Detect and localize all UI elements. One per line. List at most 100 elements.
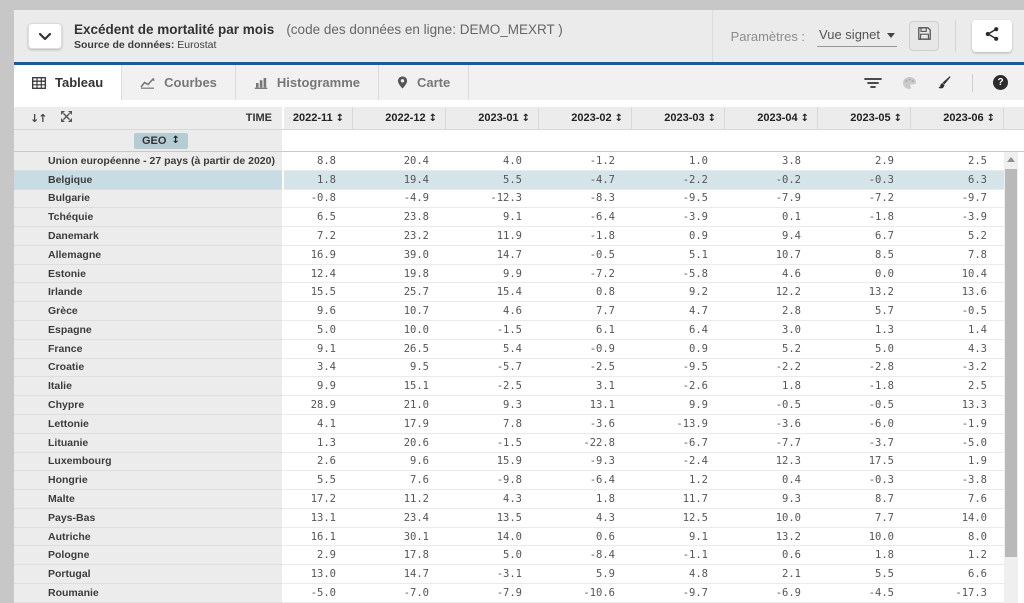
geo-label[interactable]: Lituanie [14,434,284,453]
value-cell: -0.3 [818,171,911,190]
geo-dimension-chip[interactable]: GEO ↕ [134,133,188,149]
geo-label[interactable]: Portugal [14,565,284,584]
geo-label[interactable]: Danemark [14,227,284,246]
value-cell: 5.2 [725,340,818,359]
table-row[interactable]: Portugal13.014.7-3.15.94.82.15.56.6 [14,565,1024,584]
value-cell: 5.1 [632,246,725,265]
table-row[interactable]: Malte17.211.24.31.811.79.38.77.6 [14,490,1024,509]
geo-label[interactable]: Tchéquie [14,208,284,227]
tab-tableau[interactable]: Tableau [14,65,122,100]
value-cell: 1.9 [911,453,1004,472]
table-row[interactable]: Autriche16.130.114.00.69.113.210.08.0 [14,528,1024,547]
column-header-2022-12[interactable]: 2022-12↕ [353,107,446,129]
scrollbar-up-arrow[interactable] [1004,152,1018,167]
geo-label[interactable]: Luxembourg [14,453,284,472]
table-row[interactable]: Danemark7.223.211.9-1.80.99.46.75.2 [14,227,1024,246]
table-row[interactable]: Pologne2.917.85.0-8.4-1.10.61.81.2 [14,546,1024,565]
value-cell: -7.2 [539,265,632,284]
table-row[interactable]: Tchéquie6.523.89.1-6.4-3.90.1-1.8-3.9 [14,208,1024,227]
geo-label[interactable]: Lettonie [14,415,284,434]
column-header-2023-01[interactable]: 2023-01↕ [446,107,539,129]
value-cell: 2.1 [725,565,818,584]
vertical-scrollbar[interactable] [1004,152,1018,603]
table-row[interactable]: Espagne5.010.0-1.56.16.43.01.31.4 [14,321,1024,340]
table-row[interactable]: France9.126.55.4-0.90.95.25.04.3 [14,340,1024,359]
table-row[interactable]: Pays-Bas13.123.413.54.312.510.07.714.0 [14,509,1024,528]
column-header-2023-03[interactable]: 2023-03↕ [632,107,725,129]
dataset-code: (code des données en ligne: DEMO_MEXRT ) [286,22,562,37]
share-button[interactable] [972,20,1012,52]
value-cell: -1.8 [818,208,911,227]
table-row[interactable]: Roumanie-5.0-7.0-7.9-10.6-9.7-6.9-4.5-17… [14,584,1024,603]
collapse-header-button[interactable] [28,23,62,49]
geo-label[interactable]: Allemagne [14,246,284,265]
geo-label[interactable]: Pologne [14,546,284,565]
geo-label[interactable]: Estonie [14,265,284,284]
paintbrush-icon[interactable] [937,75,952,90]
geo-label[interactable]: Roumanie [14,584,284,603]
save-view-button[interactable] [909,21,939,51]
table-row[interactable]: Italie9.915.1-2.53.1-2.61.8-1.82.5 [14,377,1024,396]
column-header-2023-04[interactable]: 2023-04↕ [725,107,818,129]
geo-label[interactable]: Union européenne - 27 pays (à partir de … [14,152,284,171]
time-dimension-label[interactable]: TIME [246,112,272,124]
tab-histogramme[interactable]: Histogramme [236,65,379,100]
value-cell: 4.6 [446,302,539,321]
geo-label[interactable]: Irlande [14,283,284,302]
table-row[interactable]: Hongrie5.57.6-9.8-6.41.20.4-0.3-3.8 [14,471,1024,490]
value-cell: 1.0 [632,152,725,171]
filter-icon[interactable] [864,77,882,89]
value-cell: 9.3 [725,490,818,509]
value-cell: -6.4 [539,471,632,490]
table-row[interactable]: Chypre28.921.09.313.19.9-0.5-0.513.3 [14,396,1024,415]
sort-rows-icon[interactable]: ↓↑ [30,112,46,125]
geo-label[interactable]: Bulgarie [14,190,284,209]
header-actions: Paramètres : Vue signet [712,10,1014,62]
column-header-2022-11[interactable]: 2022-11↕ [284,107,353,129]
table-row[interactable]: Grèce9.610.74.67.74.72.85.7-0.5 [14,302,1024,321]
column-header-2023-05[interactable]: 2023-05↕ [818,107,911,129]
column-header-2023-02[interactable]: 2023-02↕ [539,107,632,129]
value-cell: -22.8 [539,434,632,453]
table-corner: ↓↑ TIME [14,107,284,129]
scrollbar-thumb[interactable] [1005,169,1017,557]
geo-label[interactable]: Italie [14,377,284,396]
help-icon[interactable]: ? [993,75,1008,90]
geo-label[interactable]: Espagne [14,321,284,340]
caret-down-icon [887,33,895,38]
value-cell: 7.8 [911,246,1004,265]
geo-label[interactable]: France [14,340,284,359]
table-row[interactable]: Croatie3.49.5-5.7-2.5-9.5-2.2-2.8-3.2 [14,359,1024,378]
geo-label[interactable]: Grèce [14,302,284,321]
tab-carte[interactable]: Carte [379,65,469,100]
value-cell: -5.7 [446,359,539,378]
geo-label[interactable]: Croatie [14,359,284,378]
geo-label[interactable]: Malte [14,490,284,509]
geo-label[interactable]: Autriche [14,528,284,547]
table-row[interactable]: Union européenne - 27 pays (à partir de … [14,152,1024,171]
table-row[interactable]: Belgique1.819.45.5-4.7-2.2-0.2-0.36.3 [14,171,1024,190]
table-row[interactable]: Lituanie1.320.6-1.5-22.8-6.7-7.7-3.7-5.0 [14,434,1024,453]
value-cell: 8.0 [911,528,1004,547]
value-cell: 6.6 [911,565,1004,584]
table-row[interactable]: Allemagne16.939.014.7-0.55.110.78.57.8 [14,246,1024,265]
page-title: Excédent de mortalité par mois [74,22,274,37]
fullscreen-expand-icon[interactable] [61,109,72,127]
view-dropdown[interactable]: Vue signet [817,25,897,47]
geo-label[interactable]: Hongrie [14,471,284,490]
sort-icon: ↕ [615,113,623,124]
geo-label[interactable]: Pays-Bas [14,509,284,528]
geo-label[interactable]: Chypre [14,396,284,415]
value-cell: -0.8 [284,190,353,209]
value-cell: 5.0 [284,321,353,340]
geo-label[interactable]: Belgique [14,171,284,190]
tab-courbes[interactable]: Courbes [122,65,236,100]
value-cell: 10.4 [911,265,1004,284]
table-row[interactable]: Estonie12.419.89.9-7.2-5.84.60.010.4 [14,265,1024,284]
table-row[interactable]: Lettonie4.117.97.8-3.6-13.9-3.6-6.0-1.9 [14,415,1024,434]
value-cell: 14.0 [911,509,1004,528]
column-header-2023-06[interactable]: 2023-06↕ [911,107,1004,129]
table-row[interactable]: Luxembourg2.69.615.9-9.3-2.412.317.51.9 [14,453,1024,472]
table-row[interactable]: Bulgarie-0.8-4.9-12.3-8.3-9.5-7.9-7.2-9.… [14,190,1024,209]
table-row[interactable]: Irlande15.525.715.40.89.212.213.213.6 [14,283,1024,302]
